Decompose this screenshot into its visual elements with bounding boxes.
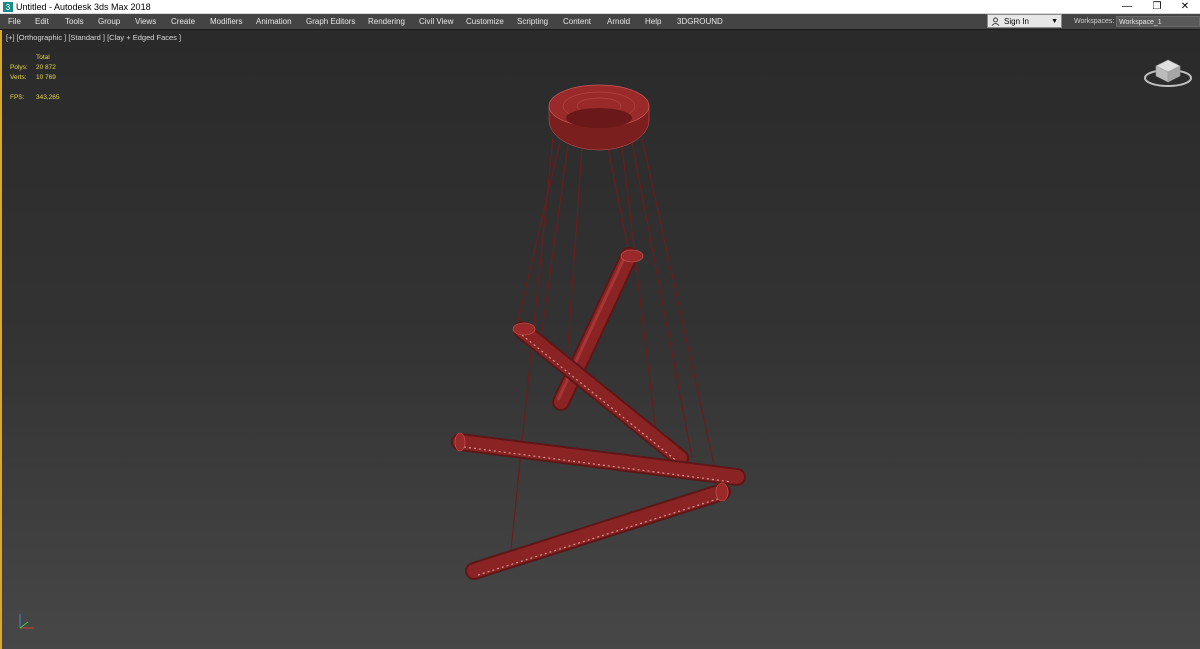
menu-customize[interactable]: Customize [466,14,504,29]
viewcube-icon[interactable] [1142,54,1194,90]
axis-tripod-icon [19,614,34,629]
chevron-down-icon: ▼ [1051,18,1058,25]
ceiling-canopy [548,84,650,151]
perspective-viewport[interactable]: [+] [Orthographic ] [Standard ] [Clay + … [0,30,1200,649]
light-tube-3 [451,432,746,486]
menu-create[interactable]: Create [171,14,195,29]
menu-animation[interactable]: Animation [256,14,292,29]
menu-views[interactable]: Views [135,14,156,29]
menu-tools[interactable]: Tools [65,14,84,29]
sign-in-label: Sign In [1004,17,1029,26]
sign-in-dropdown[interactable]: Sign In ▼ [987,14,1062,28]
menu-edit[interactable]: Edit [35,14,49,29]
menu-civil-view[interactable]: Civil View [419,14,454,29]
3ds-max-app-icon: 3 [3,2,13,12]
title-bar: 3 Untitled - Autodesk 3ds Max 2018 — ❐ ✕ [0,0,1200,14]
menu-rendering[interactable]: Rendering [368,14,405,29]
menu-modifiers[interactable]: Modifiers [210,14,242,29]
chandelier-model[interactable] [2,30,1198,649]
menu-graph-editors[interactable]: Graph Editors [306,14,355,29]
menu-scripting[interactable]: Scripting [517,14,548,29]
menu-help[interactable]: Help [645,14,661,29]
workspace-select[interactable]: Workspace_1 [1116,16,1200,27]
workspaces-label: Workspaces: [1074,18,1115,25]
maximize-button[interactable]: ❐ [1142,0,1172,14]
close-button[interactable]: ✕ [1170,0,1200,14]
menu-content[interactable]: Content [563,14,591,29]
svg-text:3: 3 [6,3,11,12]
menu-arnold[interactable]: Arnold [607,14,630,29]
window-title: Untitled - Autodesk 3ds Max 2018 [16,2,151,12]
minimize-button[interactable]: — [1112,0,1142,14]
user-icon [991,17,1000,26]
light-tube-4 [465,482,731,580]
menu-3dground[interactable]: 3DGROUND [677,14,723,29]
menu-group[interactable]: Group [98,14,120,29]
menu-file[interactable]: File [8,14,21,29]
